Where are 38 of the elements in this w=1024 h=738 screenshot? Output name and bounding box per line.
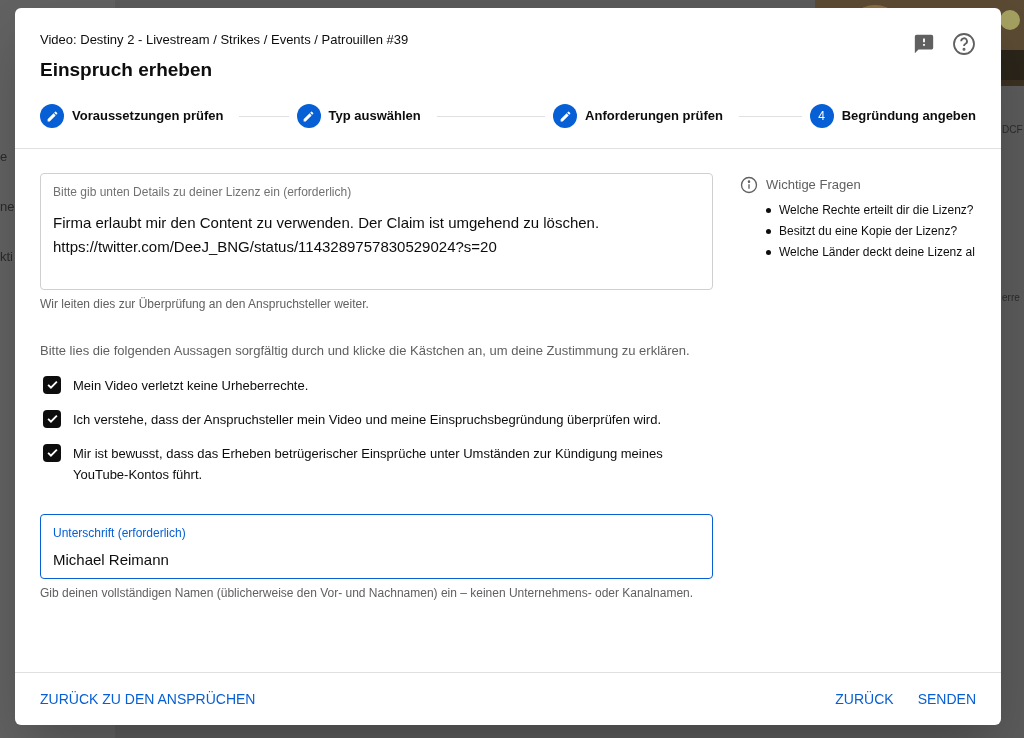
bullet-icon [766,207,771,213]
checkbox[interactable] [43,443,61,462]
step-edit-icon [40,104,64,128]
step-edit-icon [296,104,321,128]
breadcrumb: Video: Destiny 2 - Livestream / Strikes / Events / Patrouillen #39 [40,31,409,49]
step-number: 4 [809,104,834,128]
statement-text: Mir ist bewusst, dass das Erheben betrügerischer Einsprüche unter Umständen zur Kündigung meines YouTube-Kontos führt. [73,444,664,484]
question-text: Besitzt du eine Kopie der Lizenz? [779,222,958,240]
field-text: https://twitter.com/DeeJ_BNG/status/1143289757830529024?s=20 [53,237,498,257]
step-label: Voraussetzungen prüfen [72,107,224,126]
bullet-icon [766,249,771,255]
bullet-icon [766,228,771,234]
license-field[interactable]: Bitte gib unten Details zu deiner Lizenz ein (erforderlich) Firma erlaubt mir den Content zu verwenden. Der Claim ist umgehend zu löschen. https://twitter.com/DeeJ_BNG/status/1143289757830529024?s=20 [40,173,713,290]
step-label: Typ auswählen [328,107,421,126]
helper-text: Gib deinen vollständigen Namen (üblicherweise den Vor- und Nachnamen) ein – keinen Unternehmens- oder Kanalnamen. [40,584,695,602]
footer-button[interactable]: ZURÜCK [835,688,894,710]
question-text: Welche Rechte erteilt dir die Lizenz? [779,201,974,219]
field-label: Bitte gib unten Details zu deiner Lizenz ein (erforderlich) [53,184,353,201]
checkbox[interactable] [43,375,61,394]
helper-text: Wir leiten dies zur Überprüfung an den Anspruchsteller weiter. [40,296,370,313]
agreement-intro: Bitte lies die folgenden Aussagen sorgfältig durch und klicke die Kästchen an, um deine Zustimmung zu erklären. [40,342,691,360]
field-label: Unterschrift (erforderlich) [53,524,187,542]
footer-button[interactable]: SENDEN [917,688,976,710]
field-value: Michael Reimann [53,549,170,570]
step-label: Anforderungen prüfen [585,107,724,126]
step-edit-icon [553,104,578,128]
statement-text: Ich verstehe, dass der Anspruchsteller mein Video und meine Einspruchsbegründung überprüfen wird. [73,410,662,429]
field-text: Firma erlaubt mir den Content zu verwenden. Der Claim ist umgehend zu löschen. [53,213,601,233]
back-to-claims-button[interactable]: ZURÜCK ZU DEN ANSPRÜCHEN [40,688,256,710]
help-icon[interactable] [952,32,976,56]
questions-title: Wichtige Fragen [766,176,861,194]
statement-text: Mein Video verletzt keine Urheberrechte. [73,376,310,395]
question-text: Welche Länder deckt deine Lizenz al [779,243,975,261]
step-label: Begründung angeben [841,107,976,126]
dialog-title: Einspruch erheben [40,57,214,82]
checkbox[interactable] [43,409,61,428]
info-icon [740,175,758,194]
signature-field[interactable]: Unterschrift (erforderlich) Michael Reimann [40,513,713,579]
